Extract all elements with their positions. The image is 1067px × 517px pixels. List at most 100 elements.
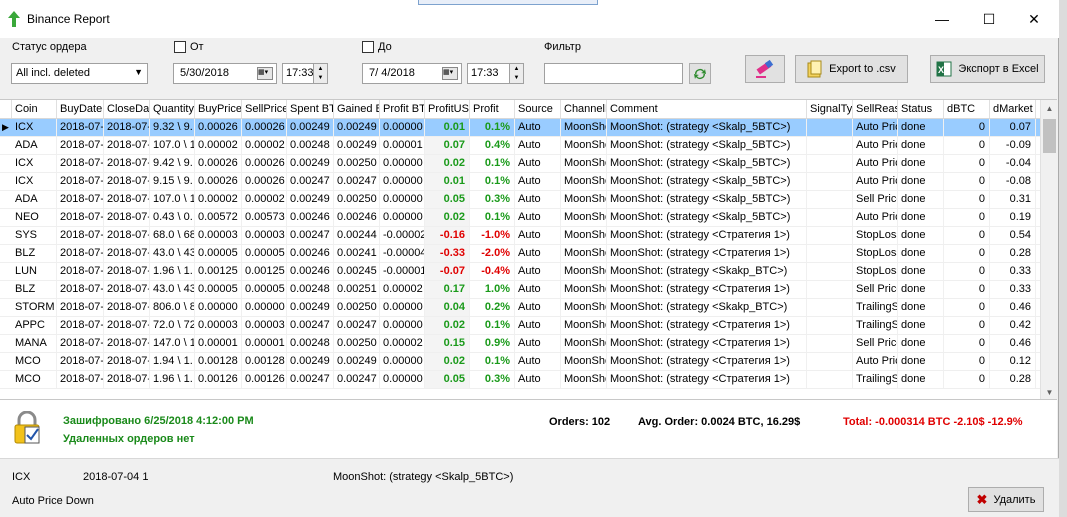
table-cell: MoonShot: (strategy <Skalp_5BTC>) [607,209,807,226]
table-row[interactable]: MCO 2018-07- 2018-07- 1.94 \ 1. 0.00128 0.001… [0,353,1040,371]
minimize-button[interactable]: — [920,4,964,34]
column-header[interactable]: ChannelN [561,100,607,118]
table-cell: -0.09 [990,137,1036,154]
column-header[interactable]: Profit [470,100,515,118]
delete-button[interactable]: ✖ Удалить [968,487,1044,512]
spinner-icon[interactable]: ▲ ▼ [313,64,327,83]
column-header[interactable]: Source [515,100,561,118]
table-row[interactable]: ADA 2018-07- 2018-07- 107.0 \ 1 0.00002 0.000… [0,191,1040,209]
vertical-scrollbar[interactable]: ▲ ▼ [1040,100,1057,399]
table-cell: TrailingSt [853,317,898,334]
status-select[interactable]: All incl. deleted ▼ [11,63,148,84]
table-cell: 2018-07- [104,227,150,244]
table-row[interactable]: BLZ 2018-07- 2018-07- 43.0 \ 43 0.00005 0.000… [0,281,1040,299]
clear-filter-button[interactable] [745,55,785,83]
column-header[interactable]: Status [898,100,944,118]
table-cell: 0.1% [470,173,515,190]
table-cell: 0.28 [990,245,1036,262]
column-header[interactable]: BuyDate [57,100,104,118]
from-checkbox[interactable] [174,41,186,53]
spinner-icon[interactable]: ▲ ▼ [509,64,523,83]
table-row[interactable]: MCO 2018-07- 2018-07- 1.96 \ 1. 0.00126 0.001… [0,371,1040,389]
table-cell: Sell Price [853,191,898,208]
table-cell: 0.00248 [287,281,334,298]
table-cell: -0.04 [990,155,1036,172]
table-cell: MoonSho [561,137,607,154]
table-cell: BLZ [12,245,57,262]
table-cell: ADA [12,191,57,208]
table-cell: 0.1% [470,119,515,136]
refresh-button[interactable] [689,63,711,84]
close-button[interactable]: ✕ [1012,4,1056,34]
filter-input[interactable] [544,63,683,84]
table-row[interactable]: NEO 2018-07- 2018-07- 0.43 \ 0. 0.00572 0.005… [0,209,1040,227]
table-row[interactable]: SYS 2018-07- 2018-07- 68.0 \ 68 0.00003 0.000… [0,227,1040,245]
column-header[interactable]: Spent BT [287,100,334,118]
table-row[interactable]: ADA 2018-07- 2018-07- 107.0 \ 1 0.00002 0.000… [0,137,1040,155]
to-checkbox[interactable] [362,41,374,53]
to-time-input[interactable]: 17:33 ▲ ▼ [467,63,524,84]
table-cell: -0.33 [425,245,470,262]
table-cell: 0.00247 [287,317,334,334]
avg-order: Avg. Order: 0.0024 BTC, 16.29$ [638,416,801,428]
scroll-up-icon[interactable]: ▲ [1041,104,1057,113]
column-header[interactable]: SellReas [853,100,898,118]
table-cell: MoonSho [561,155,607,172]
table-row[interactable]: LUN 2018-07- 2018-07- 1.96 \ 1. 0.00125 0.001… [0,263,1040,281]
table-row[interactable]: ▶ ICX 2018-07- 2018-07- 9.32 \ 9. 0.00026 0.00… [0,119,1040,137]
column-header[interactable]: Profit BT [380,100,425,118]
table-cell: 0.00247 [334,317,380,334]
column-header[interactable]: SellPrice [242,100,287,118]
table-cell [807,335,853,352]
to-date-picker[interactable]: 7/ 4/2018 ▦▾ [362,63,462,84]
table-cell: 0.33 [990,281,1036,298]
table-cell: 2018-07- [57,263,104,280]
calendar-icon[interactable]: ▦▾ [257,67,273,80]
table-cell: 2018-07- [104,173,150,190]
table-cell: -0.08 [990,173,1036,190]
column-header[interactable]: Coin [12,100,57,118]
table-row[interactable]: BLZ 2018-07- 2018-07- 43.0 \ 43 0.00005 0.000… [0,245,1040,263]
column-header[interactable]: dMarket [990,100,1036,118]
table-row[interactable]: MANA 2018-07- 2018-07- 147.0 \ 1 0.00001 0.00… [0,335,1040,353]
table-cell: MoonSho [561,371,607,388]
column-header[interactable]: BuyPrice [195,100,242,118]
column-header[interactable]: CloseDat [104,100,150,118]
column-header[interactable]: Comment [607,100,807,118]
refresh-icon [694,68,706,79]
table-row[interactable]: APPC 2018-07- 2018-07- 72.0 \ 72 0.00003 0.00… [0,317,1040,335]
table-cell: MoonShot: (strategy <Skalp_5BTC>) [607,155,807,172]
column-header[interactable]: dBTC [944,100,990,118]
table-cell: ADA [12,137,57,154]
export-excel-button[interactable]: X Экспорт в Excel [930,55,1045,83]
table-row[interactable]: ICX 2018-07- 2018-07- 9.15 \ 9. 0.00026 0.000… [0,173,1040,191]
table-row[interactable]: ICX 2018-07- 2018-07- 9.42 \ 9. 0.00026 0.000… [0,155,1040,173]
csv-file-icon [807,60,822,78]
table-cell: 1.96 \ 1. [150,371,195,388]
table-cell: 2018-07- [57,317,104,334]
table-cell [807,353,853,370]
maximize-button[interactable]: ☐ [967,4,1011,34]
orders-table[interactable]: Coin BuyDate CloseDat Quantity BuyPrice SellP… [0,99,1057,400]
column-header[interactable]: Quantity [150,100,195,118]
export-csv-button[interactable]: Export to .csv [795,55,908,83]
from-date-picker[interactable]: 5/30/2018 ▦▾ [173,63,277,84]
scroll-down-icon[interactable]: ▼ [1041,388,1057,397]
table-cell: 0 [944,155,990,172]
table-cell: 0.00244 [334,227,380,244]
table-cell: 0.00026 [195,119,242,136]
from-time-input[interactable]: 17:33 ▲ ▼ [282,63,328,84]
table-cell: 0.00246 [287,245,334,262]
table-cell: 0.00245 [334,263,380,280]
table-cell: MoonShot: (strategy <Skakp_BTC>) [607,299,807,316]
column-header[interactable]: ProfitUSD [425,100,470,118]
scrollbar-thumb[interactable] [1043,119,1056,153]
table-cell: 806.0 \ 8 [150,299,195,316]
column-header[interactable]: Gained B [334,100,380,118]
table-cell: 0.1% [470,317,515,334]
table-cell: 2018-07- [104,137,150,154]
table-row[interactable]: STORM 2018-07- 2018-07- 806.0 \ 8 0.00000 0.0… [0,299,1040,317]
calendar-icon[interactable]: ▦▾ [442,67,458,80]
column-header[interactable]: SignalTyp [807,100,853,118]
table-cell: 0.00241 [334,245,380,262]
